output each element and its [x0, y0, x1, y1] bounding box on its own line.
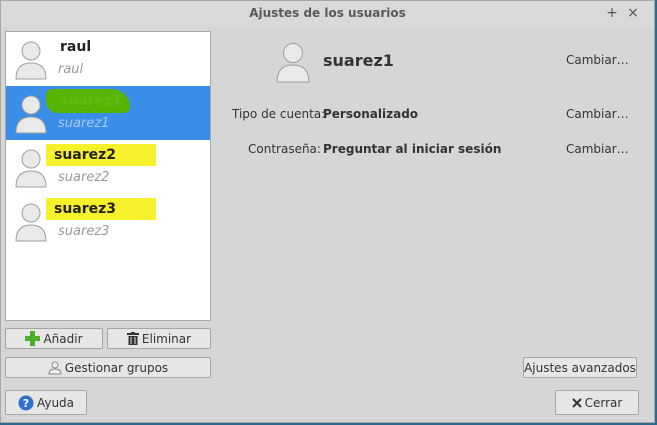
user-avatar-icon [15, 95, 47, 134]
yellow-highlight: suarez2 [46, 144, 157, 166]
help-label: Ayuda [36, 395, 75, 410]
advanced-settings-button[interactable]: Ajustes avanzados [523, 357, 637, 378]
user-display-name: suarez2 [46, 144, 158, 166]
remove-user-button[interactable]: Eliminar [107, 328, 211, 349]
close-button[interactable]: Cerrar [555, 390, 639, 415]
titlebar[interactable]: Ajustes de los usuarios + × [1, 1, 654, 27]
user-login-name: raul [58, 62, 84, 77]
change-name-link[interactable]: Cambiar… [566, 53, 629, 67]
change-password-link[interactable]: Cambiar… [566, 142, 629, 156]
account-type-value: Personalizado [323, 107, 419, 121]
account-type-label: Tipo de cuenta: [232, 107, 326, 121]
user-display-name: raul [60, 39, 92, 55]
user-display-name: suarez1 [46, 89, 132, 113]
user-login-name: suarez2 [58, 170, 110, 185]
password-value: Preguntar al iniciar sesión [323, 142, 502, 156]
add-user-label: Añadir [43, 331, 83, 346]
user-list[interactable]: raul raul suarez1 suarez1 suarez2 suarez… [5, 31, 211, 321]
user-avatar-icon [15, 203, 47, 242]
manage-groups-button[interactable]: Gestionar grupos [5, 357, 211, 378]
user-row-raul[interactable]: raul raul [6, 32, 210, 86]
green-highlight: suarez1 [46, 89, 131, 113]
user-display-name: suarez3 [46, 198, 158, 220]
close-icon [571, 397, 582, 408]
maximize-button[interactable]: + [603, 4, 621, 22]
user-avatar-icon [276, 43, 310, 83]
trash-icon [126, 332, 139, 345]
remove-user-label: Eliminar [141, 331, 192, 346]
window-title: Ajustes de los usuarios [249, 6, 406, 20]
selected-user-name: suarez1 [323, 51, 394, 70]
password-label: Contraseña: [248, 142, 321, 156]
add-user-button[interactable]: Añadir [5, 328, 103, 349]
advanced-settings-label: Ajustes avanzados [524, 360, 636, 375]
help-icon: ? [18, 395, 34, 410]
group-icon [48, 361, 62, 374]
plus-icon [25, 331, 41, 346]
user-settings-window: Ajustes de los usuarios + × raul raul su… [0, 0, 655, 423]
change-account-type-link[interactable]: Cambiar… [566, 107, 629, 121]
user-row-suarez1[interactable]: suarez1 suarez1 [6, 86, 210, 140]
yellow-highlight: suarez3 [46, 198, 157, 220]
user-avatar-icon [15, 149, 47, 188]
window-close-button[interactable]: × [624, 4, 642, 22]
user-avatar-icon [15, 41, 47, 80]
user-login-name: suarez1 [58, 116, 110, 131]
user-row-suarez2[interactable]: suarez2 suarez2 [6, 140, 210, 194]
close-label: Cerrar [584, 395, 623, 410]
manage-groups-label: Gestionar grupos [64, 360, 169, 375]
user-row-suarez3[interactable]: suarez3 suarez3 [6, 194, 210, 248]
svg-text:?: ? [23, 397, 29, 410]
user-login-name: suarez3 [58, 224, 110, 239]
help-button[interactable]: ? Ayuda [5, 390, 87, 415]
